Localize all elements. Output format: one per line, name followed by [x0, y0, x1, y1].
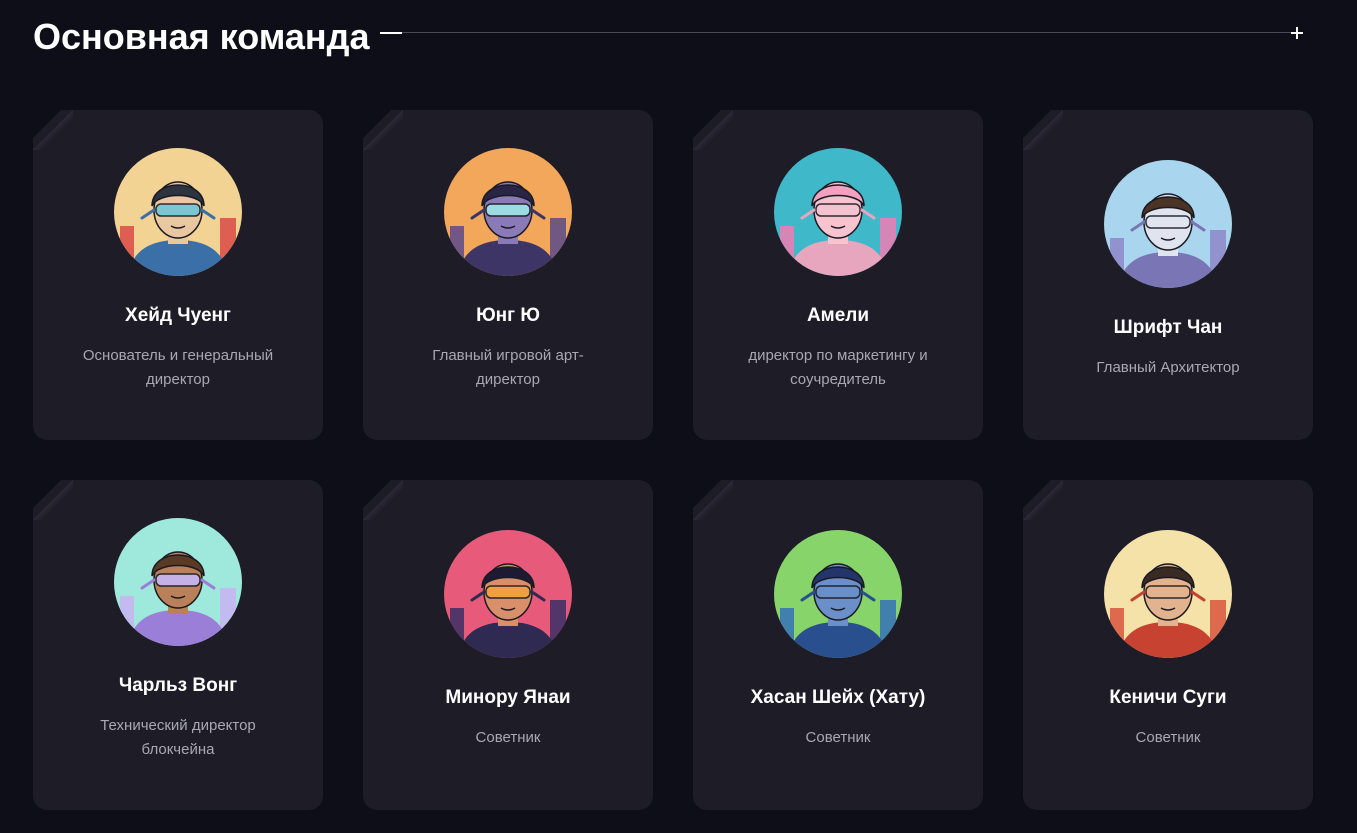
member-avatar [1104, 530, 1232, 658]
member-avatar [114, 518, 242, 646]
avatar-visor [815, 585, 861, 599]
member-card: Хасан Шейх (Хату) Советник [693, 480, 983, 810]
member-card: Кеничи Суги Советник [1023, 480, 1313, 810]
avatar-accent-left [1110, 608, 1124, 658]
avatar-accent-right [880, 218, 896, 276]
member-name: Хейд Чуенг [125, 305, 231, 326]
avatar-accent-left [450, 608, 464, 658]
member-role: Советник [805, 729, 871, 746]
member-role: Главный Архитектор [1096, 359, 1240, 376]
title-dash [380, 32, 402, 34]
avatar-accent-left [450, 226, 464, 276]
avatar-accent-right [220, 588, 236, 646]
avatar-visor [155, 573, 201, 587]
member-avatar [1104, 160, 1232, 288]
member-role: Советник [1135, 729, 1201, 746]
avatar-portrait [774, 148, 902, 276]
avatar-accent-left [780, 608, 794, 658]
member-name: Минору Янаи [445, 687, 571, 708]
member-card: Чарльз Вонг Технический директор блокчей… [33, 480, 323, 810]
member-card: Хейд Чуенг Основатель и генеральный дире… [33, 110, 323, 440]
avatar-accent-right [550, 600, 566, 658]
team-section: Основная команда Хейд Чуенг Основатель и… [0, 0, 1357, 833]
avatar-portrait [444, 148, 572, 276]
avatar-accent-right [220, 218, 236, 276]
avatar-visor [155, 203, 201, 217]
avatar-accent-left [780, 226, 794, 276]
member-avatar [774, 148, 902, 276]
avatar-portrait [114, 518, 242, 646]
title-divider [380, 27, 1303, 39]
title-rule [402, 32, 1297, 33]
member-avatar [774, 530, 902, 658]
member-role: Главный игровой арт-директор [432, 347, 584, 388]
member-card: Амели директор по маркетингу и соучредит… [693, 110, 983, 440]
member-role: Советник [475, 729, 541, 746]
member-name: Амели [806, 305, 870, 326]
section-header: Основная команда [33, 14, 1313, 64]
avatar-portrait [1104, 530, 1232, 658]
plus-icon [1291, 27, 1303, 39]
member-avatar [444, 530, 572, 658]
member-role: Основатель и генеральный директор [82, 347, 274, 388]
avatar-accent-left [120, 226, 134, 276]
member-role: Технический директор блокчейна [100, 717, 256, 758]
member-card: Юнг Ю Главный игровой арт-директор [363, 110, 653, 440]
avatar-accent-right [550, 218, 566, 276]
avatar-visor [485, 585, 531, 599]
member-card: Шрифт Чан Главный Архитектор [1023, 110, 1313, 440]
avatar-portrait [114, 148, 242, 276]
avatar-accent-right [880, 600, 896, 658]
member-name: Шрифт Чан [1113, 317, 1223, 338]
avatar-visor [815, 203, 861, 217]
team-grid: Хейд Чуенг Основатель и генеральный дире… [33, 110, 1313, 810]
avatar-visor [485, 203, 531, 217]
avatar-accent-left [120, 596, 134, 646]
member-name: Хасан Шейх (Хату) [750, 687, 926, 708]
member-role: директор по маркетингу и соучредитель [748, 347, 928, 388]
avatar-portrait [444, 530, 572, 658]
avatar-accent-left [1110, 238, 1124, 288]
avatar-visor [1145, 215, 1191, 229]
member-avatar [114, 148, 242, 276]
section-title: Основная команда [33, 16, 370, 57]
avatar-portrait [774, 530, 902, 658]
member-avatar [444, 148, 572, 276]
avatar-visor [1145, 585, 1191, 599]
avatar-accent-right [1210, 600, 1226, 658]
member-name: Чарльз Вонг [118, 675, 238, 696]
member-name: Кеничи Суги [1109, 687, 1227, 708]
member-card: Минору Янаи Советник [363, 480, 653, 810]
avatar-accent-right [1210, 230, 1226, 288]
member-name: Юнг Ю [476, 305, 540, 326]
avatar-portrait [1104, 160, 1232, 288]
